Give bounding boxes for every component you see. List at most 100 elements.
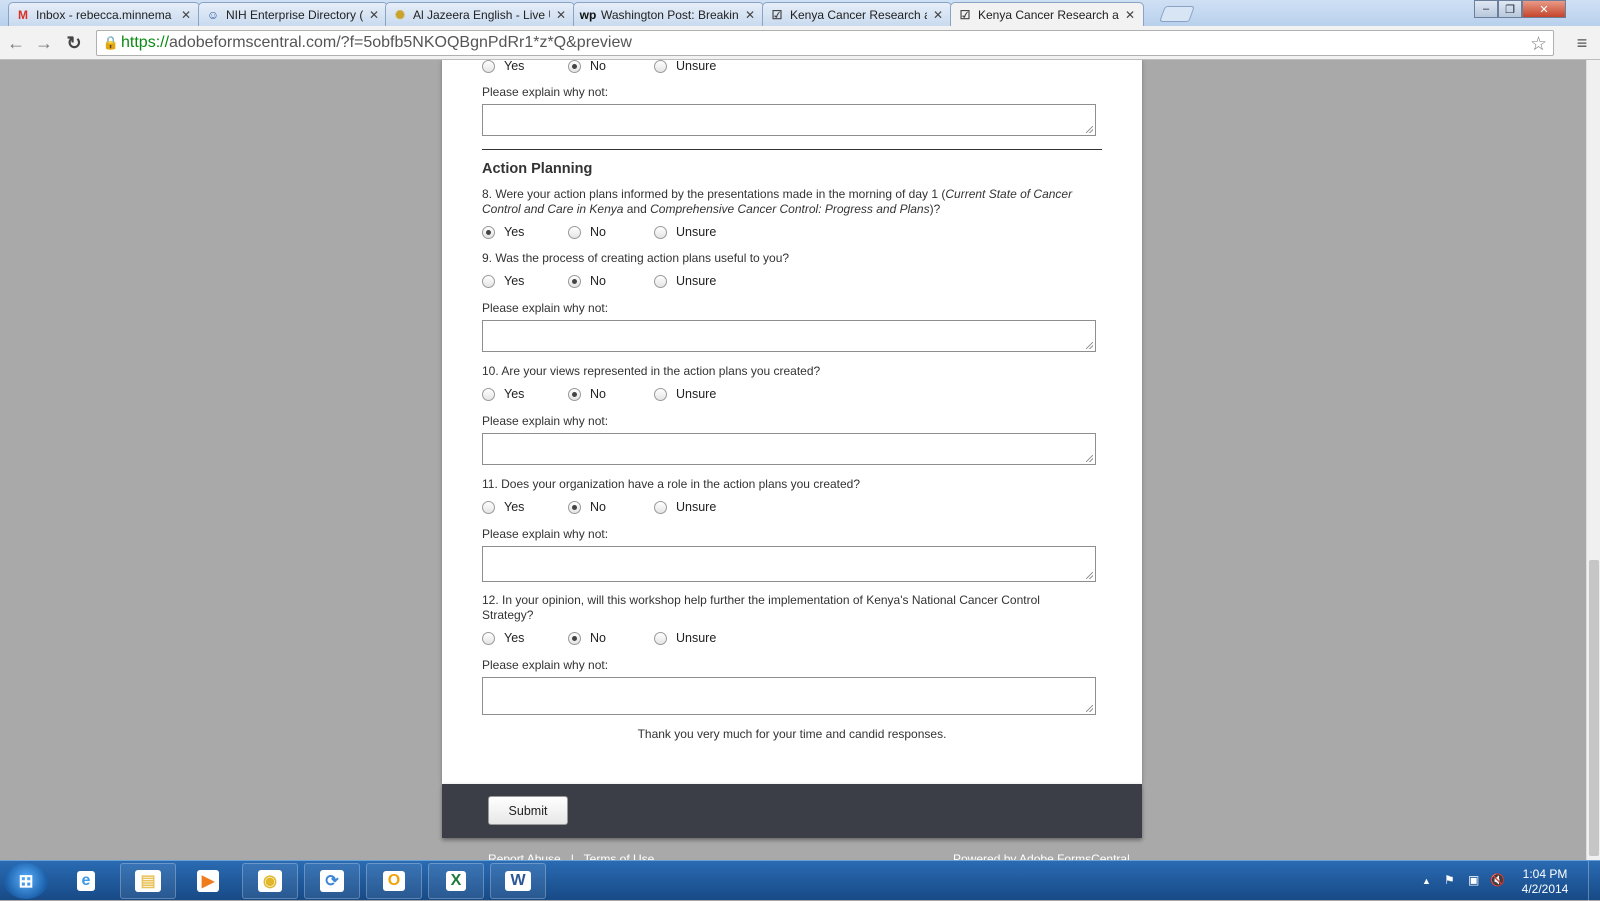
chrome-icon[interactable]: ◉ [242,863,298,899]
sync-icon[interactable]: ⟳ [304,863,360,899]
radio-option-no[interactable]: No [568,274,606,288]
radio-button[interactable] [482,500,495,514]
excel-icon[interactable]: X [428,863,484,899]
radio-group: Yes No Unsure [482,631,1102,647]
radio-option-unsure[interactable]: Unsure [654,387,716,401]
browser-tab[interactable]: wp Washington Post: Breaking ✕ [573,2,764,26]
show-desktop-button[interactable] [1588,861,1600,901]
radio-option-yes[interactable]: Yes [482,500,524,514]
file-explorer-icon[interactable]: ▤ [120,863,176,899]
radio-option-no[interactable]: No [568,225,606,239]
volume-muted-icon[interactable]: 🔇 [1490,873,1505,887]
directory-icon: ☺ [206,7,220,22]
system-clock[interactable]: 1:04 PM 4/2/2014 [1510,867,1580,897]
radio-option-yes[interactable]: Yes [482,274,524,288]
browser-tab[interactable]: ☑ Kenya Cancer Research an ✕ [762,2,952,26]
tab-close-icon[interactable]: ✕ [369,8,381,22]
close-window-button[interactable]: ✕ [1522,0,1566,18]
radio-option-unsure[interactable]: Unsure [654,274,716,288]
form-icon: ☑ [959,7,971,22]
radio-button[interactable] [482,387,495,401]
page-scrollbar[interactable] [1586,60,1600,860]
radio-button[interactable] [568,500,581,514]
radio-option-unsure[interactable]: Unsure [654,500,716,514]
radio-label: Unsure [676,60,717,73]
minimize-button[interactable]: ‒ [1474,0,1498,18]
bookmark-star-icon[interactable]: ☆ [1530,33,1547,56]
radio-label: Yes [504,274,525,288]
radio-option-yes[interactable]: Yes [482,225,524,239]
radio-option-unsure[interactable]: Unsure [654,60,716,73]
radio-button[interactable] [482,225,495,239]
browser-tab[interactable]: ✺ Al Jazeera English - Live U ✕ [385,2,575,26]
question-text: 8. Were your action plans informed by th… [482,187,1073,216]
radio-button[interactable] [568,274,581,288]
reload-icon[interactable]: ↻ [62,31,86,55]
radio-option-yes[interactable]: Yes [482,631,524,645]
question-text: 10. Are your views represented in the ac… [482,364,821,378]
radio-option-no[interactable]: No [568,60,606,73]
media-player-icon[interactable]: ▶ [180,863,236,899]
radio-button[interactable] [482,60,495,73]
chrome-menu-icon[interactable]: ≡ [1572,33,1592,53]
browser-tab[interactable]: ☺ NIH Enterprise Directory (✕ [198,2,388,26]
radio-option-no[interactable]: No [568,631,606,645]
browser-tab[interactable]: M Inbox - rebecca.minnema ✕ [8,2,200,26]
tab-close-icon[interactable]: ✕ [745,8,757,22]
tab-title: Al Jazeera English - Live U [413,7,550,22]
scrollbar-thumb[interactable] [1589,560,1599,856]
report-abuse-link[interactable]: Report Abuse [488,852,561,860]
terms-of-use-link[interactable]: Terms of Use [584,852,655,860]
tab-close-icon[interactable]: ✕ [1125,8,1137,22]
tray-expand-icon[interactable]: ▲ [1422,876,1431,886]
address-bar[interactable]: 🔒 https:// adobeformscentral.com/?f=5obf… [96,30,1554,56]
forward-icon[interactable]: → [32,31,56,55]
lock-icon: 🔒 [102,35,120,50]
adobe-formscentral-link[interactable]: Adobe FormsCentral [1019,852,1130,860]
explain-textarea[interactable] [482,320,1096,352]
tab-close-icon[interactable]: ✕ [556,8,568,22]
radio-option-unsure[interactable]: Unsure [654,631,716,645]
radio-option-unsure[interactable]: Unsure [654,225,716,239]
radio-button[interactable] [654,274,667,288]
radio-button[interactable] [568,631,581,645]
explain-label: Please explain why not: [482,527,609,541]
network-icon[interactable]: ▣ [1468,873,1479,887]
new-tab-button[interactable] [1159,6,1195,22]
windows-taskbar: ⊞ e ▤ ▶ ◉ ⟳ O X W ▲ ⚑ ▣ 🔇 1:04 PM 4/2/2014 [0,860,1600,901]
submit-button[interactable]: Submit [488,796,568,825]
radio-button[interactable] [654,631,667,645]
internet-explorer-icon[interactable]: e [58,863,114,899]
radio-button[interactable] [654,387,667,401]
explain-textarea[interactable] [482,433,1096,465]
radio-button[interactable] [654,500,667,514]
explain-textarea[interactable] [482,546,1096,582]
radio-label: No [590,631,606,645]
back-icon[interactable]: ← [4,31,28,55]
tab-close-icon[interactable]: ✕ [933,8,945,22]
browser-tab[interactable]: ☑ Kenya Cancer Research an ✕ [950,2,1144,26]
start-button[interactable]: ⊞ [4,863,48,899]
radio-option-no[interactable]: No [568,387,606,401]
word-icon[interactable]: W [490,863,546,899]
radio-button[interactable] [568,225,581,239]
app-glyph: X [445,871,467,891]
radio-option-yes[interactable]: Yes [482,60,524,73]
radio-label: Yes [504,500,525,514]
maximize-button[interactable]: ❐ [1498,0,1522,18]
radio-button[interactable] [654,60,667,73]
radio-button[interactable] [654,225,667,239]
radio-button[interactable] [568,60,581,73]
radio-option-yes[interactable]: Yes [482,387,524,401]
radio-button[interactable] [568,387,581,401]
radio-label: Unsure [676,274,717,288]
radio-button[interactable] [482,631,495,645]
radio-option-no[interactable]: No [568,500,606,514]
tab-close-icon[interactable]: ✕ [181,8,193,22]
explain-textarea[interactable] [482,677,1096,715]
question-text: 11. Does your organization have a role i… [482,477,861,491]
action-center-flag-icon[interactable]: ⚑ [1444,873,1455,887]
outlook-icon[interactable]: O [366,863,422,899]
radio-button[interactable] [482,274,495,288]
explain-textarea-previous[interactable] [482,104,1096,136]
